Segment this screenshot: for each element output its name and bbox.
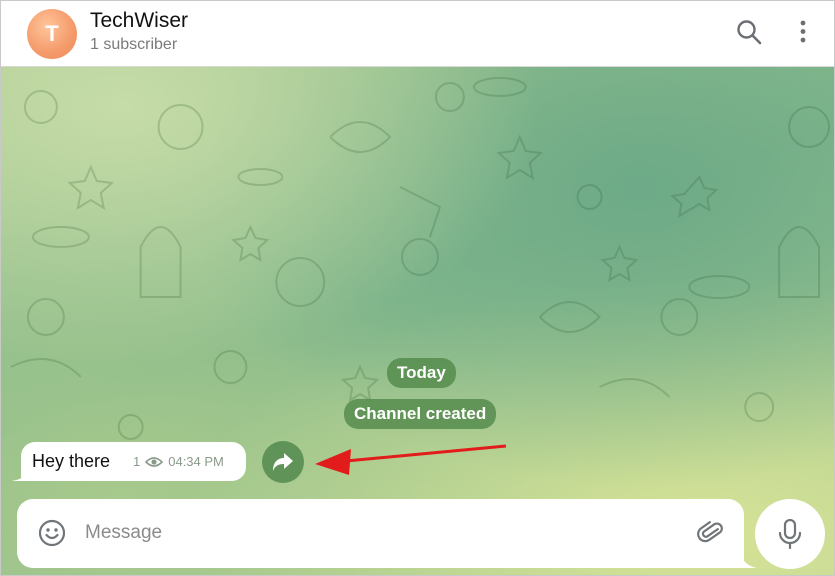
search-icon[interactable] [735,18,763,46]
service-message: Channel created [344,399,497,429]
avatar-letter: T [45,21,59,46]
message-meta: 1 04:34 PM [133,454,224,469]
message-text: Hey there [32,451,111,471]
microphone-icon[interactable] [755,499,825,569]
composer-tail [739,550,757,568]
eye-icon [145,456,164,467]
forward-share-icon[interactable] [262,441,304,483]
more-vertical-icon[interactable] [790,18,818,46]
message-time: 04:34 PM [168,454,224,469]
message-bubble[interactable]: Hey there 1 04:34 PM [21,442,246,481]
telegram-window: T TechWiser 1 subscriber Today Channel c… [0,0,835,576]
message-composer [17,499,744,568]
annotation-arrow [315,444,507,475]
chat-header: T TechWiser 1 subscriber [1,1,834,67]
emoji-icon[interactable] [38,519,66,547]
date-divider: Today [387,358,456,388]
message-input[interactable] [85,515,685,551]
avatar[interactable]: T [27,9,77,59]
view-count: 1 [133,454,141,469]
channel-title[interactable]: TechWiser [90,9,188,33]
chat-background: Today Channel created Hey there 1 04:34 … [1,67,834,575]
paperclip-icon[interactable] [697,519,725,547]
subscriber-count: 1 subscriber [90,36,178,53]
